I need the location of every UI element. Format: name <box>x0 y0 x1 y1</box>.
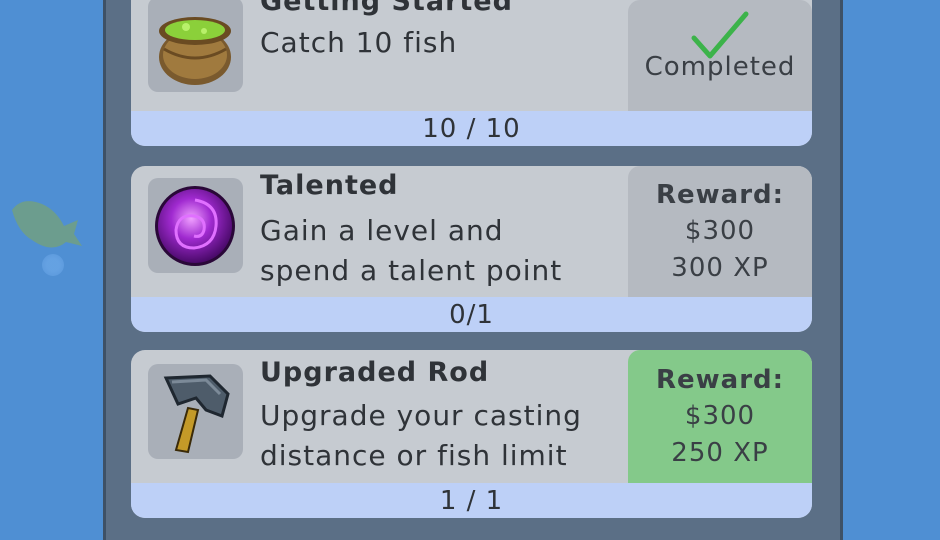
quest-card-talented: Talented Gain a level and spend a talent… <box>131 166 812 332</box>
quest-icon-box <box>148 178 243 273</box>
quest-progress-bar: 1 / 1 <box>131 483 812 518</box>
purple-orb-icon <box>155 186 235 266</box>
quest-status-box: Completed <box>628 0 812 111</box>
fish-silhouette-icon <box>12 201 82 248</box>
reward-money: $300 <box>684 401 756 431</box>
quest-description-line: Upgrade your casting <box>260 399 582 432</box>
reward-label: Reward: <box>655 365 785 395</box>
quest-title: Talented <box>260 170 399 201</box>
cauldron-icon <box>159 17 231 85</box>
quest-reward-box: Reward: $300 300 XP <box>628 166 812 297</box>
bubble-icon <box>42 254 64 276</box>
quest-title: Upgraded Rod <box>260 357 490 388</box>
quest-icon-box <box>148 0 243 92</box>
claim-reward-button[interactable]: Reward: $300 250 XP <box>628 350 812 483</box>
quest-progress-bar: 0/1 <box>131 297 812 332</box>
quest-icon-box <box>148 364 243 459</box>
quest-card-getting-started: Getting Started Catch 10 fish Completed … <box>131 0 812 146</box>
reward-xp: 250 XP <box>671 438 769 468</box>
quest-title: Getting Started <box>260 0 513 17</box>
quest-description-line: spend a talent point <box>260 254 563 287</box>
quest-progress-bar: 10 / 10 <box>131 111 812 146</box>
quest-card-upgraded-rod[interactable]: Upgraded Rod Upgrade your casting distan… <box>131 350 812 518</box>
completed-label: Completed <box>644 52 796 82</box>
quest-description-line: distance or fish limit <box>260 439 568 472</box>
quest-description-line: Catch 10 fish <box>260 26 458 59</box>
reward-xp: 300 XP <box>671 253 769 283</box>
hammer-icon <box>163 374 230 454</box>
reward-label: Reward: <box>655 180 785 210</box>
reward-money: $300 <box>684 216 756 246</box>
quest-description-line: Gain a level and <box>260 214 504 247</box>
